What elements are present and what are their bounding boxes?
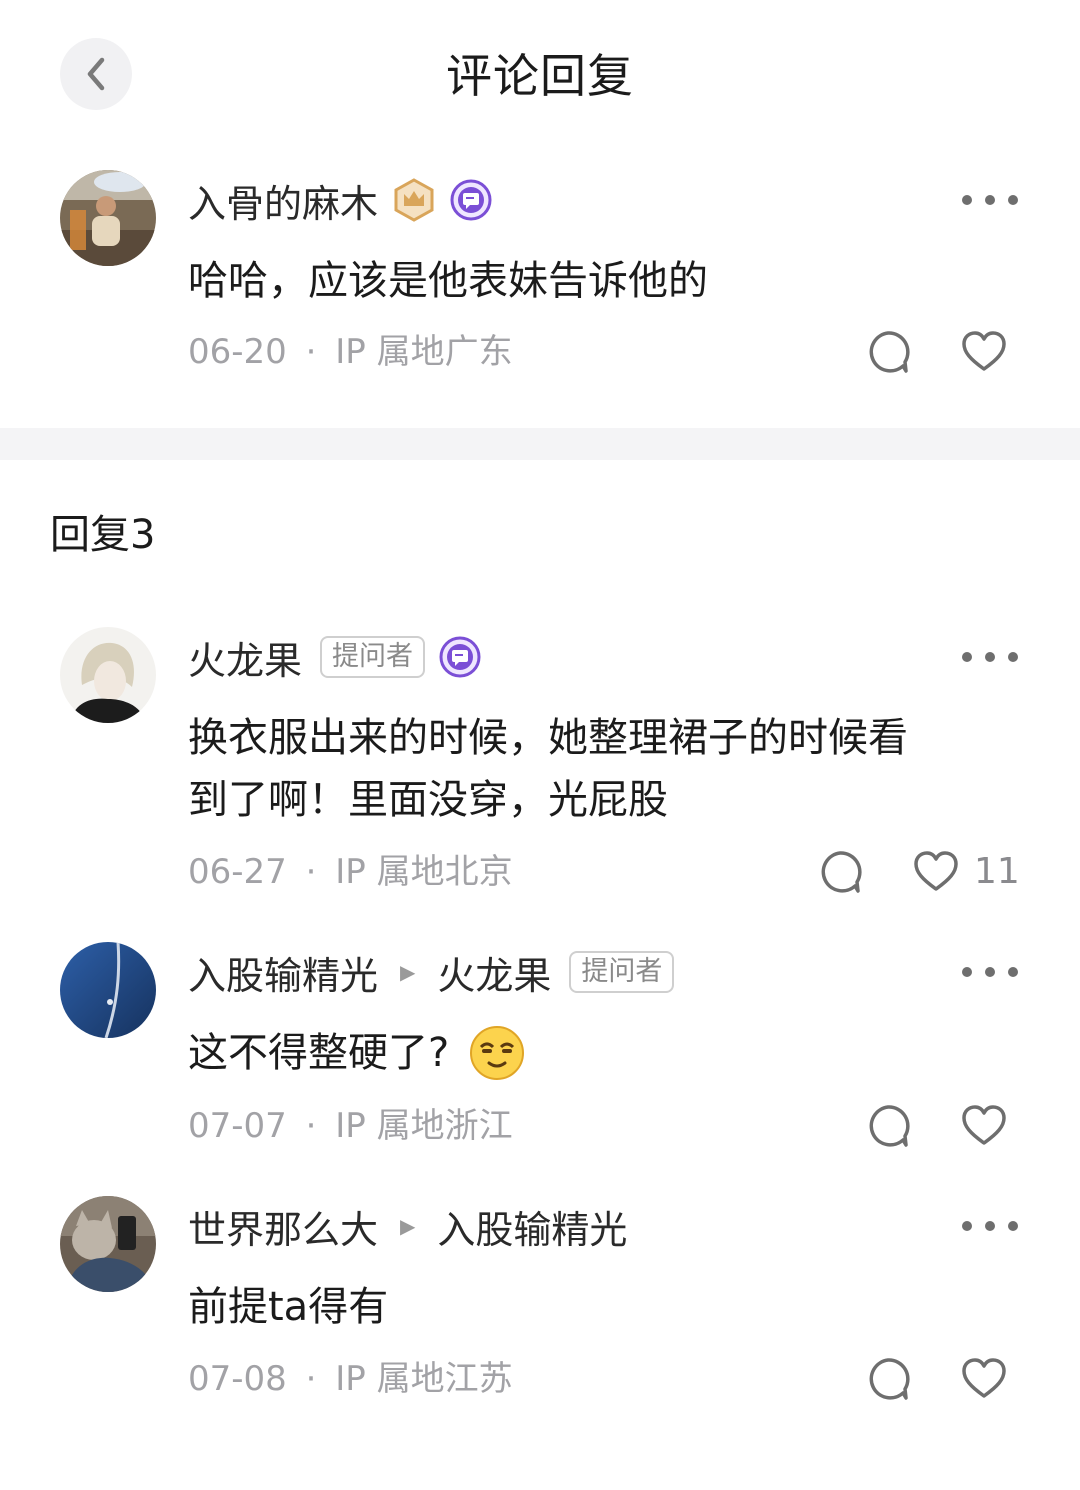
replies-count-title: 回复3 (50, 512, 156, 558)
page-title: 评论回复 (446, 49, 634, 103)
reply-to-username[interactable]: 火龙果 (437, 945, 551, 1000)
header: 评论回复 (0, 0, 1080, 150)
comment-location: IP 属地浙江 (335, 1106, 513, 1146)
comment-text: 换衣服出来的时候，她整理裙子的时候看 到了啊！里面没穿，光屁股 (188, 707, 1018, 831)
more-options-button[interactable] (962, 957, 1018, 987)
avatar[interactable] (60, 170, 156, 266)
asker-tag: 提问者 (569, 951, 675, 993)
comment-meta: 07-07 · IP 属地浙江 (188, 1101, 513, 1151)
smirk-emoji-icon (470, 1026, 525, 1080)
reply-icon[interactable] (816, 848, 864, 896)
more-options-button[interactable] (962, 642, 1018, 672)
heart-icon[interactable] (960, 1355, 1008, 1403)
more-options-button[interactable] (962, 1211, 1018, 1241)
comment-meta: 06-27 · IP 属地北京 (188, 847, 513, 897)
meta-separator: · (305, 1359, 317, 1399)
meta-separator: · (305, 1106, 317, 1146)
comment-text-line: 换衣服出来的时候，她整理裙子的时候看 (188, 715, 908, 761)
comment-date: 07-08 (188, 1359, 287, 1399)
reply-arrow-icon: ▶ (400, 1214, 416, 1238)
section-divider (0, 428, 1080, 460)
username-row: 入骨的麻木 (188, 170, 492, 230)
reply-icon[interactable] (864, 328, 912, 376)
avatar[interactable] (60, 942, 156, 1038)
comment-meta: 07-08 · IP 属地江苏 (188, 1354, 513, 1404)
username-row: 火龙果 提问者 (188, 627, 481, 687)
avatar[interactable] (60, 627, 156, 723)
heart-icon[interactable] (960, 1102, 1008, 1150)
comment-location: IP 属地广东 (335, 332, 513, 372)
reply-icon[interactable] (864, 1102, 912, 1150)
username[interactable]: 入股输精光 (188, 945, 378, 1000)
comment-location: IP 属地江苏 (335, 1359, 513, 1399)
username-row: 世界那么大 ▶ 入股输精光 (188, 1196, 627, 1256)
reply-arrow-icon: ▶ (400, 960, 416, 984)
crown-badge-icon (394, 178, 434, 222)
comment-reply-page: 评论回复 入骨的麻木 哈哈，应该是他表妹告诉他的 06-20 · IP 属地广东… (0, 0, 1080, 1490)
meta-separator: · (305, 852, 317, 892)
asker-tag: 提问者 (320, 636, 426, 678)
comment-text: 哈哈，应该是他表妹告诉他的 (188, 258, 708, 304)
comment-text-line: 到了啊！里面没穿，光屁股 (188, 777, 668, 823)
comment-location: IP 属地北京 (335, 852, 513, 892)
username[interactable]: 火龙果 (188, 630, 302, 685)
comment-text: 前提ta得有 (188, 1284, 389, 1330)
like-count: 11 (974, 851, 1020, 892)
comment-meta: 06-20 · IP 属地广东 (188, 327, 513, 377)
username-row: 入股输精光 ▶ 火龙果 提问者 (188, 942, 675, 1002)
heart-icon[interactable] (960, 328, 1008, 376)
meta-separator: · (305, 332, 317, 372)
username[interactable]: 世界那么大 (188, 1199, 378, 1254)
comment-text-body: 这不得整硬了? (188, 1030, 450, 1076)
username[interactable]: 入骨的麻木 (188, 173, 378, 228)
avatar[interactable] (60, 1196, 156, 1292)
reply-icon[interactable] (864, 1355, 912, 1403)
heart-icon[interactable] (912, 848, 960, 896)
comment-date: 06-27 (188, 852, 287, 892)
chat-badge-icon (439, 636, 481, 678)
comment-text: 这不得整硬了? (188, 1022, 1018, 1084)
more-options-button[interactable] (962, 185, 1018, 215)
comment-date: 06-20 (188, 332, 287, 372)
reply-to-username[interactable]: 入股输精光 (437, 1199, 627, 1254)
chat-badge-icon (450, 179, 492, 221)
comment-date: 07-07 (188, 1106, 287, 1146)
